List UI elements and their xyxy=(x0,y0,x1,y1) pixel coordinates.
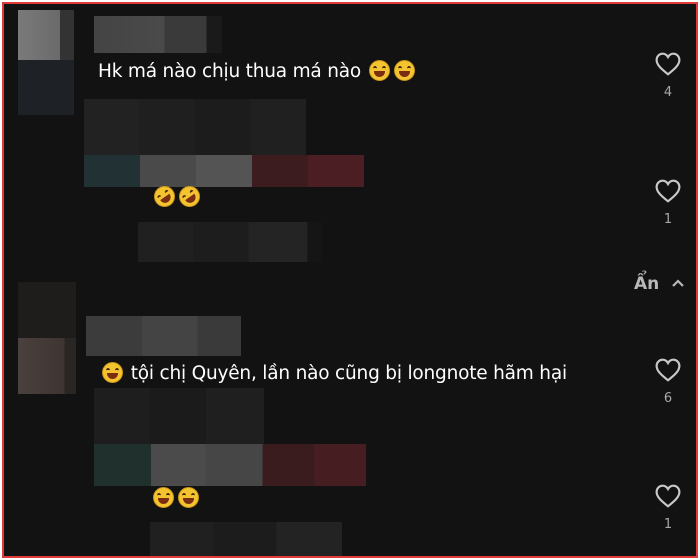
chevron-up-icon xyxy=(672,279,684,287)
comment-thread: Hk má nào chịu thua má nào 4 1 Ẩn tội ch… xyxy=(2,2,698,558)
avatar[interactable] xyxy=(18,10,74,60)
reply-footer xyxy=(138,222,322,262)
reply-header xyxy=(84,99,306,155)
username[interactable] xyxy=(94,16,222,53)
comment-text-3: tội chị Quyên, lần nào cũng bị longnote … xyxy=(130,363,567,384)
heart-icon xyxy=(655,179,681,203)
like-button[interactable]: 6 xyxy=(653,358,683,406)
comment-text xyxy=(151,487,201,511)
reply-footer xyxy=(150,522,342,556)
grinning-squinting-face-icon xyxy=(393,60,415,81)
rolling-on-floor-laughing-icon xyxy=(149,181,180,212)
like-count: 1 xyxy=(663,517,673,532)
avatar-shadow xyxy=(18,60,74,115)
grinning-squinting-face-icon xyxy=(153,487,174,508)
avatar[interactable] xyxy=(18,282,76,338)
grinning-squinting-face-icon xyxy=(368,60,390,81)
like-button[interactable]: 1 xyxy=(653,484,683,532)
like-count: 6 xyxy=(663,391,673,406)
hide-replies-button[interactable]: Ẩn xyxy=(634,274,685,294)
avatar-shadow xyxy=(18,338,76,394)
heart-icon xyxy=(655,52,681,76)
comment-text: Hk má nào chịu thua má nào xyxy=(98,60,417,84)
like-button[interactable]: 1 xyxy=(653,179,683,227)
username[interactable] xyxy=(86,316,241,356)
comment-text-1: Hk má nào chịu thua má nào xyxy=(98,61,361,82)
like-button[interactable]: 4 xyxy=(653,52,683,100)
heart-icon xyxy=(655,358,681,382)
comment-text xyxy=(149,181,205,212)
grinning-squinting-face-icon xyxy=(178,487,199,508)
rolling-on-floor-laughing-icon xyxy=(174,181,205,212)
username[interactable] xyxy=(94,444,366,486)
comment-text: tội chị Quyên, lần nào cũng bị longnote … xyxy=(100,362,567,386)
reply-header xyxy=(94,388,264,444)
like-count: 1 xyxy=(663,212,673,227)
grinning-squinting-face-icon xyxy=(102,362,123,383)
username[interactable] xyxy=(84,155,364,187)
like-count: 4 xyxy=(663,85,673,100)
hide-replies-label: Ẩn xyxy=(634,274,660,294)
heart-icon xyxy=(655,484,681,508)
